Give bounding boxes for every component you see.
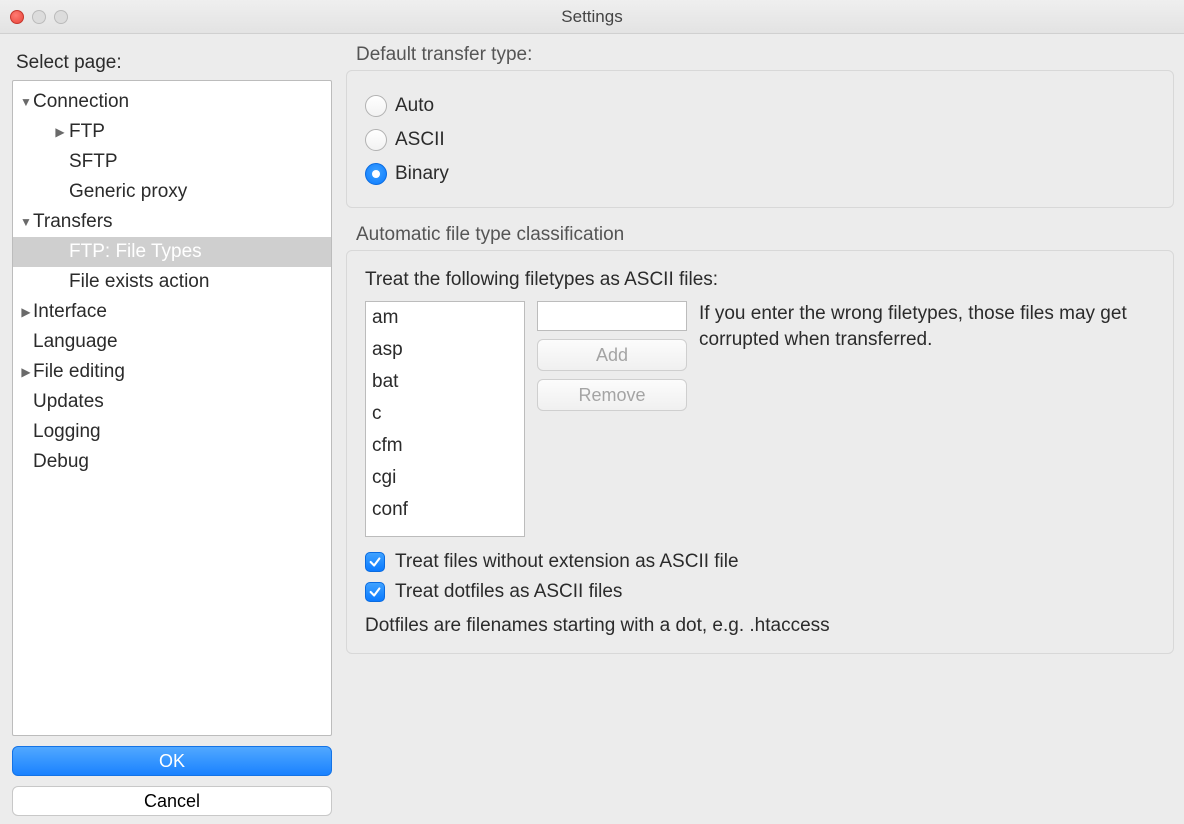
classification-title: Automatic file type classification bbox=[356, 224, 1174, 246]
list-item[interactable]: cfm bbox=[366, 430, 524, 462]
tree-item[interactable]: ▶FTP bbox=[13, 117, 331, 147]
spacer-icon bbox=[51, 273, 69, 291]
cancel-button[interactable]: Cancel bbox=[12, 786, 332, 816]
transfer-type-radio[interactable]: Binary bbox=[365, 157, 1155, 191]
radio-label: Auto bbox=[395, 95, 434, 117]
remove-button[interactable]: Remove bbox=[537, 379, 687, 411]
transfer-type-title: Default transfer type: bbox=[356, 44, 1174, 66]
transfer-type-group: Auto ASCII Binary bbox=[346, 70, 1174, 208]
tree-item[interactable]: SFTP bbox=[13, 147, 331, 177]
spacer-icon bbox=[51, 153, 69, 171]
ok-button[interactable]: OK bbox=[12, 746, 332, 776]
spacer-icon bbox=[51, 243, 69, 261]
list-item[interactable]: cpp bbox=[366, 526, 524, 537]
tree-item[interactable]: ▶Interface bbox=[13, 297, 331, 327]
tree-item-label: FTP: File Types bbox=[69, 237, 202, 267]
title-bar: Settings bbox=[0, 0, 1184, 34]
list-item[interactable]: conf bbox=[366, 494, 524, 526]
list-item[interactable]: cgi bbox=[366, 462, 524, 494]
list-item[interactable]: c bbox=[366, 398, 524, 430]
tree-item-label: File editing bbox=[33, 357, 125, 387]
tree-item-label: Interface bbox=[33, 297, 107, 327]
classification-group: Treat the following filetypes as ASCII f… bbox=[346, 250, 1174, 654]
list-item[interactable]: bat bbox=[366, 366, 524, 398]
treat-filetypes-label: Treat the following filetypes as ASCII f… bbox=[365, 269, 1155, 291]
tree-item[interactable]: ▼Transfers bbox=[13, 207, 331, 237]
tree-item-label: Connection bbox=[33, 87, 129, 117]
tree-item[interactable]: ▼Connection bbox=[13, 87, 331, 117]
tree-item-label: Debug bbox=[33, 447, 89, 477]
tree-item-label: Updates bbox=[33, 387, 104, 417]
tree-item-label: FTP bbox=[69, 117, 105, 147]
treat-no-extension-label: Treat files without extension as ASCII f… bbox=[395, 551, 739, 573]
tree-item-label: Generic proxy bbox=[69, 177, 187, 207]
add-button[interactable]: Add bbox=[537, 339, 687, 371]
traffic-lights bbox=[0, 10, 68, 24]
radio-icon bbox=[365, 129, 387, 151]
select-page-label: Select page: bbox=[16, 52, 332, 74]
tree-item-label: Transfers bbox=[33, 207, 113, 237]
close-window-button[interactable] bbox=[10, 10, 24, 24]
settings-tree[interactable]: ▼Connection▶FTPSFTPGeneric proxy▼Transfe… bbox=[12, 80, 332, 736]
tree-item[interactable]: FTP: File Types bbox=[13, 237, 331, 267]
treat-dotfiles-checkbox[interactable]: Treat dotfiles as ASCII files bbox=[365, 581, 1155, 603]
transfer-type-radio[interactable]: Auto bbox=[365, 89, 1155, 123]
tree-item[interactable]: Updates bbox=[13, 387, 331, 417]
transfer-type-radio[interactable]: ASCII bbox=[365, 123, 1155, 157]
tree-item-label: File exists action bbox=[69, 267, 209, 297]
radio-label: Binary bbox=[395, 163, 449, 185]
radio-label: ASCII bbox=[395, 129, 445, 151]
dotfiles-note: Dotfiles are filenames starting with a d… bbox=[365, 615, 1155, 637]
tree-item[interactable]: Language bbox=[13, 327, 331, 357]
zoom-window-button[interactable] bbox=[54, 10, 68, 24]
tree-item-label: Logging bbox=[33, 417, 101, 447]
tree-item[interactable]: Debug bbox=[13, 447, 331, 477]
window-title: Settings bbox=[0, 7, 1184, 27]
tree-item-label: SFTP bbox=[69, 147, 118, 177]
chevron-right-icon[interactable]: ▶ bbox=[51, 123, 69, 141]
checkbox-icon bbox=[365, 582, 385, 602]
tree-item[interactable]: Logging bbox=[13, 417, 331, 447]
treat-dotfiles-label: Treat dotfiles as ASCII files bbox=[395, 581, 622, 603]
list-item[interactable]: am bbox=[366, 302, 524, 334]
radio-icon bbox=[365, 95, 387, 117]
radio-icon bbox=[365, 163, 387, 185]
treat-no-extension-checkbox[interactable]: Treat files without extension as ASCII f… bbox=[365, 551, 1155, 573]
tree-item[interactable]: File exists action bbox=[13, 267, 331, 297]
list-item[interactable]: asp bbox=[366, 334, 524, 366]
minimize-window-button[interactable] bbox=[32, 10, 46, 24]
checkbox-icon bbox=[365, 552, 385, 572]
tree-item-label: Language bbox=[33, 327, 118, 357]
ascii-extensions-listbox[interactable]: amaspbatccfmcgiconfcpp bbox=[365, 301, 525, 537]
tree-item[interactable]: ▶File editing bbox=[13, 357, 331, 387]
wrong-filetypes-hint: If you enter the wrong filetypes, those … bbox=[699, 301, 1155, 537]
extension-input[interactable] bbox=[537, 301, 687, 331]
tree-item[interactable]: Generic proxy bbox=[13, 177, 331, 207]
spacer-icon bbox=[51, 183, 69, 201]
